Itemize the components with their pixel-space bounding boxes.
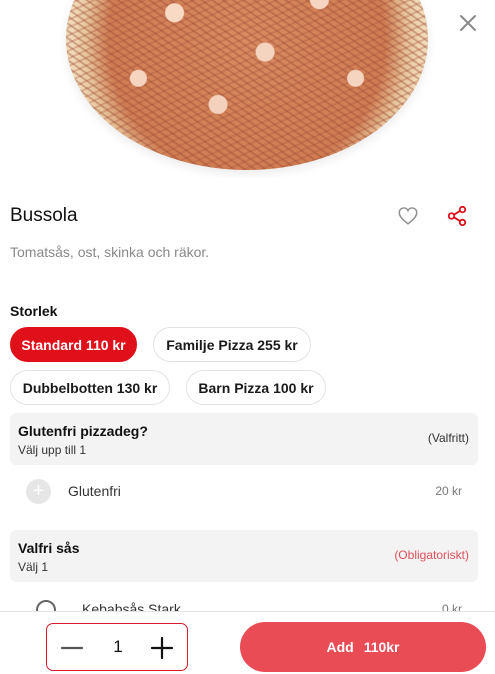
option-label: Glutenfri (68, 483, 121, 499)
group-tag-required: (Obligatoriskt) (394, 548, 469, 562)
size-chip-dubbelbotten[interactable]: Dubbelbotten 130 kr (10, 370, 170, 405)
plus-icon[interactable] (149, 636, 175, 660)
group-title: Glutenfri pizzadeg? (18, 423, 148, 439)
option-price: 20 kr (435, 484, 462, 498)
size-section-label: Storlek (10, 303, 58, 319)
group-subtitle: Välj upp till 1 (18, 443, 87, 457)
plus-icon[interactable]: + (26, 479, 51, 504)
option-glutenfri[interactable]: + Glutenfri 20 kr (10, 471, 478, 511)
quantity-value: 1 (113, 637, 123, 656)
product-header: Bussola (10, 202, 485, 230)
size-chip-standard[interactable]: Standard 110 kr (10, 327, 137, 362)
option-group-header: Valfri sås Välj 1 (Obligatoriskt) (10, 530, 478, 582)
minus-icon[interactable] (59, 636, 85, 660)
add-button-price: 110kr (363, 639, 400, 655)
size-chip-barn[interactable]: Barn Pizza 100 kr (186, 370, 326, 405)
option-group-header: Glutenfri pizzadeg? Välj upp till 1 (Val… (10, 413, 478, 465)
product-description: Tomatsås, ost, skinka och räkor. (10, 244, 210, 260)
size-chip-familje[interactable]: Familje Pizza 255 kr (153, 327, 311, 362)
group-title: Valfri sås (18, 540, 80, 556)
pizza-photo (66, 0, 428, 170)
add-to-cart-button[interactable]: Add 110kr (240, 622, 486, 672)
group-tag-optional: (Valfritt) (427, 431, 469, 445)
group-subtitle: Välj 1 (18, 560, 49, 574)
heart-icon[interactable] (397, 205, 419, 227)
footer-bar: 1 Add 110kr (0, 611, 495, 674)
close-icon[interactable] (457, 12, 479, 34)
share-icon[interactable] (446, 205, 468, 227)
add-button-label: Add (326, 639, 354, 655)
quantity-stepper: 1 (46, 623, 188, 671)
product-image (0, 0, 495, 178)
